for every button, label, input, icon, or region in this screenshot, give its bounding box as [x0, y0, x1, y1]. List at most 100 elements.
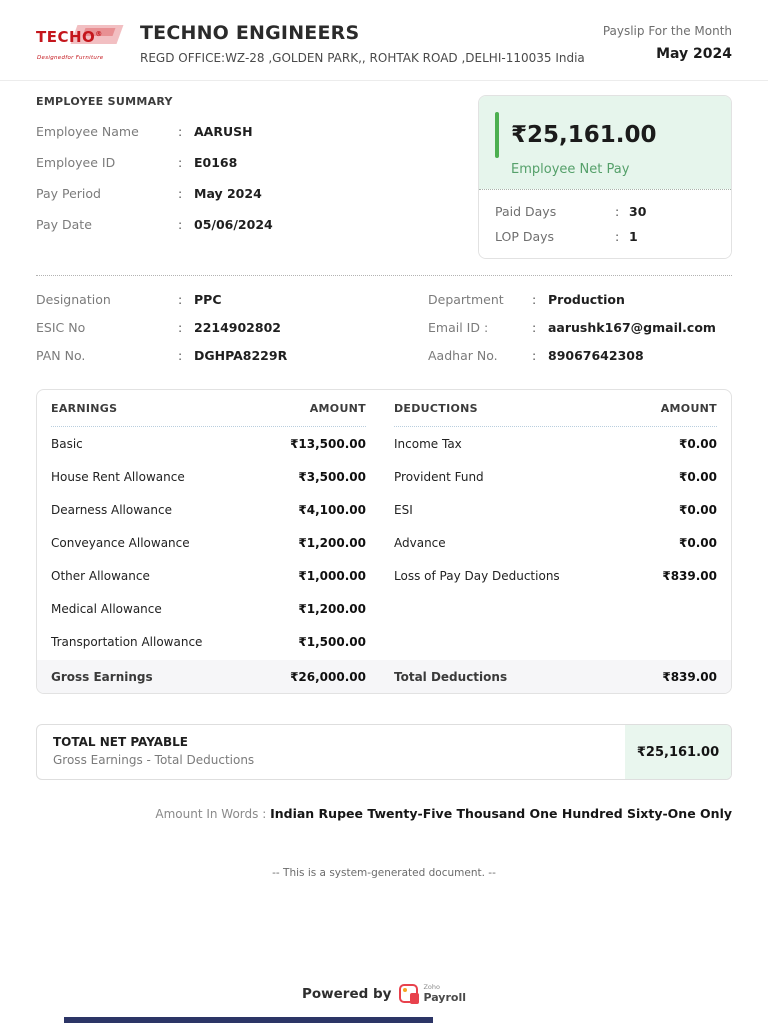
powered-by-label: Powered by — [302, 985, 392, 1002]
colon: : — [532, 348, 537, 363]
powered-by-footer: Powered by Zoho Payroll — [0, 984, 768, 1004]
totals-row: Gross Earnings ₹26,000.00 Total Deductio… — [37, 660, 731, 693]
section-dotted-separator — [36, 275, 732, 276]
company-address: REGD OFFICE:WZ-28 ,GOLDEN PARK,, ROHTAK … — [140, 51, 585, 65]
field-label: Pay Date — [36, 217, 92, 232]
earning-name: Medical Allowance — [51, 601, 162, 616]
field-label: Email ID : — [428, 320, 489, 335]
zoho-brand-bottom: Payroll — [423, 990, 466, 1004]
amount-header: AMOUNT — [309, 401, 366, 415]
employee-summary: EMPLOYEE SUMMARY Employee Name : AARUSH … — [36, 95, 478, 259]
colon: : — [178, 348, 183, 363]
field-value: 30 — [629, 204, 647, 219]
table-row: Other Allowance ₹1,000.00 Loss of Pay Da… — [51, 559, 717, 592]
field-value: E0168 — [194, 155, 238, 170]
field-value: AARUSH — [194, 124, 253, 139]
employee-id-row: Employee ID : E0168 — [36, 155, 458, 170]
earning-amount: ₹1,000.00 — [298, 568, 366, 583]
earning-name: Dearness Allowance — [51, 502, 172, 517]
deduction-amount: ₹0.00 — [679, 502, 717, 517]
company-logo: TECHO® Designedfor Furniture — [36, 22, 124, 66]
header-payslip-block: Payslip For the Month May 2024 — [603, 22, 732, 62]
deduction-name: ESI — [394, 502, 413, 517]
pan-no-row: PAN No. : DGHPA8229R — [36, 348, 428, 363]
details-right-column: Department : Production Email ID : : aar… — [428, 292, 732, 363]
earning-name: House Rent Allowance — [51, 469, 185, 484]
summary-section: EMPLOYEE SUMMARY Employee Name : AARUSH … — [36, 95, 732, 259]
gross-earnings-label: Gross Earnings — [51, 669, 153, 684]
employee-details-section: Designation : PPC ESIC No : 2214902802 P… — [36, 292, 732, 363]
zoho-brand-top: Zoho — [423, 983, 440, 992]
colon: : — [178, 217, 183, 232]
deduction-name: Provident Fund — [394, 469, 484, 484]
colon: : — [178, 320, 183, 335]
total-deductions-amount: ₹839.00 — [662, 669, 717, 684]
deduction-amount: ₹0.00 — [679, 436, 717, 451]
deduction-name: Income Tax — [394, 436, 462, 451]
amount-header: AMOUNT — [660, 401, 717, 415]
table-row: Transportation Allowance ₹1,500.00 — [51, 625, 717, 658]
table-header-row: EARNINGS AMOUNT DEDUCTIONS AMOUNT — [51, 390, 717, 426]
field-value: PPC — [194, 292, 222, 307]
field-value: 2214902802 — [194, 320, 281, 335]
field-label: LOP Days — [495, 229, 555, 244]
gross-earnings-amount: ₹26,000.00 — [290, 669, 366, 684]
table-row: House Rent Allowance ₹3,500.00 Provident… — [51, 460, 717, 493]
deduction-amount: ₹0.00 — [679, 535, 717, 550]
earning-name: Other Allowance — [51, 568, 150, 583]
employee-name-row: Employee Name : AARUSH — [36, 124, 458, 139]
colon: : — [615, 229, 620, 244]
green-accent-bar — [495, 112, 499, 158]
colon: : — [615, 204, 620, 219]
paid-days-row: Paid Days : 30 — [495, 204, 715, 219]
company-name: TECHNO ENGINEERS — [140, 22, 360, 44]
amount-in-words-value: Indian Rupee Twenty-Five Thousand One Hu… — [270, 806, 732, 821]
net-pay-highlight: ₹25,161.00 Employee Net Pay — [479, 96, 731, 189]
zoho-payroll-icon — [399, 984, 420, 1004]
pay-period-row: Pay Period : May 2024 — [36, 186, 458, 201]
earning-amount: ₹1,200.00 — [298, 535, 366, 550]
deduction-amount: ₹0.00 — [679, 469, 717, 484]
registered-mark: ® — [95, 30, 103, 38]
net-pay-caption: Employee Net Pay — [511, 162, 630, 177]
earning-amount: ₹4,100.00 — [298, 502, 366, 517]
field-value: aarushk167@gmail.com — [548, 320, 716, 335]
earning-amount: ₹1,200.00 — [298, 601, 366, 616]
colon: : — [532, 320, 537, 335]
field-label: Employee ID — [36, 155, 116, 170]
earning-amount: ₹3,500.00 — [298, 469, 366, 484]
system-generated-note: -- This is a system-generated document. … — [272, 867, 496, 879]
colon: : — [178, 124, 183, 139]
days-summary: Paid Days : 30 LOP Days : 1 — [479, 190, 731, 258]
field-label: Designation — [36, 292, 111, 307]
employee-summary-title: EMPLOYEE SUMMARY — [36, 95, 173, 108]
field-label: Paid Days — [495, 204, 557, 219]
payslip-page: TECHO® Designedfor Furniture TECHNO ENGI… — [0, 0, 768, 1024]
net-pay-amount: ₹25,161.00 — [511, 122, 657, 148]
colon: : — [178, 155, 183, 170]
table-row: Basic ₹13,500.00 Income Tax ₹0.00 — [51, 427, 717, 460]
details-left-column: Designation : PPC ESIC No : 2214902802 P… — [36, 292, 428, 363]
field-label: Employee Name — [36, 124, 139, 139]
esic-no-row: ESIC No : 2214902802 — [36, 320, 428, 335]
payable-title: TOTAL NET PAYABLE — [53, 735, 189, 749]
page-bottom-bar — [64, 1017, 433, 1023]
header: TECHO® Designedfor Furniture TECHNO ENGI… — [0, 0, 768, 81]
earning-amount: ₹13,500.00 — [290, 436, 366, 451]
total-net-payable-card: TOTAL NET PAYABLE Gross Earnings - Total… — [36, 724, 732, 780]
field-value: DGHPA8229R — [194, 348, 288, 363]
field-label: Aadhar No. — [428, 348, 498, 363]
table-row: Dearness Allowance ₹4,100.00 ESI ₹0.00 — [51, 493, 717, 526]
payslip-month: May 2024 — [656, 46, 732, 62]
earnings-header: EARNINGS — [51, 401, 118, 415]
colon: : — [532, 292, 537, 307]
department-row: Department : Production — [428, 292, 732, 307]
designation-row: Designation : PPC — [36, 292, 428, 307]
payable-amount: ₹25,161.00 — [625, 725, 731, 779]
field-value: 05/06/2024 — [194, 217, 273, 232]
zoho-payroll-wordmark: Zoho Payroll — [423, 984, 466, 1003]
table-row: Conveyance Allowance ₹1,200.00 Advance ₹… — [51, 526, 717, 559]
deduction-name: Advance — [394, 535, 446, 550]
colon: : — [178, 186, 183, 201]
logo-tagline: Designedfor Furniture — [37, 55, 104, 61]
